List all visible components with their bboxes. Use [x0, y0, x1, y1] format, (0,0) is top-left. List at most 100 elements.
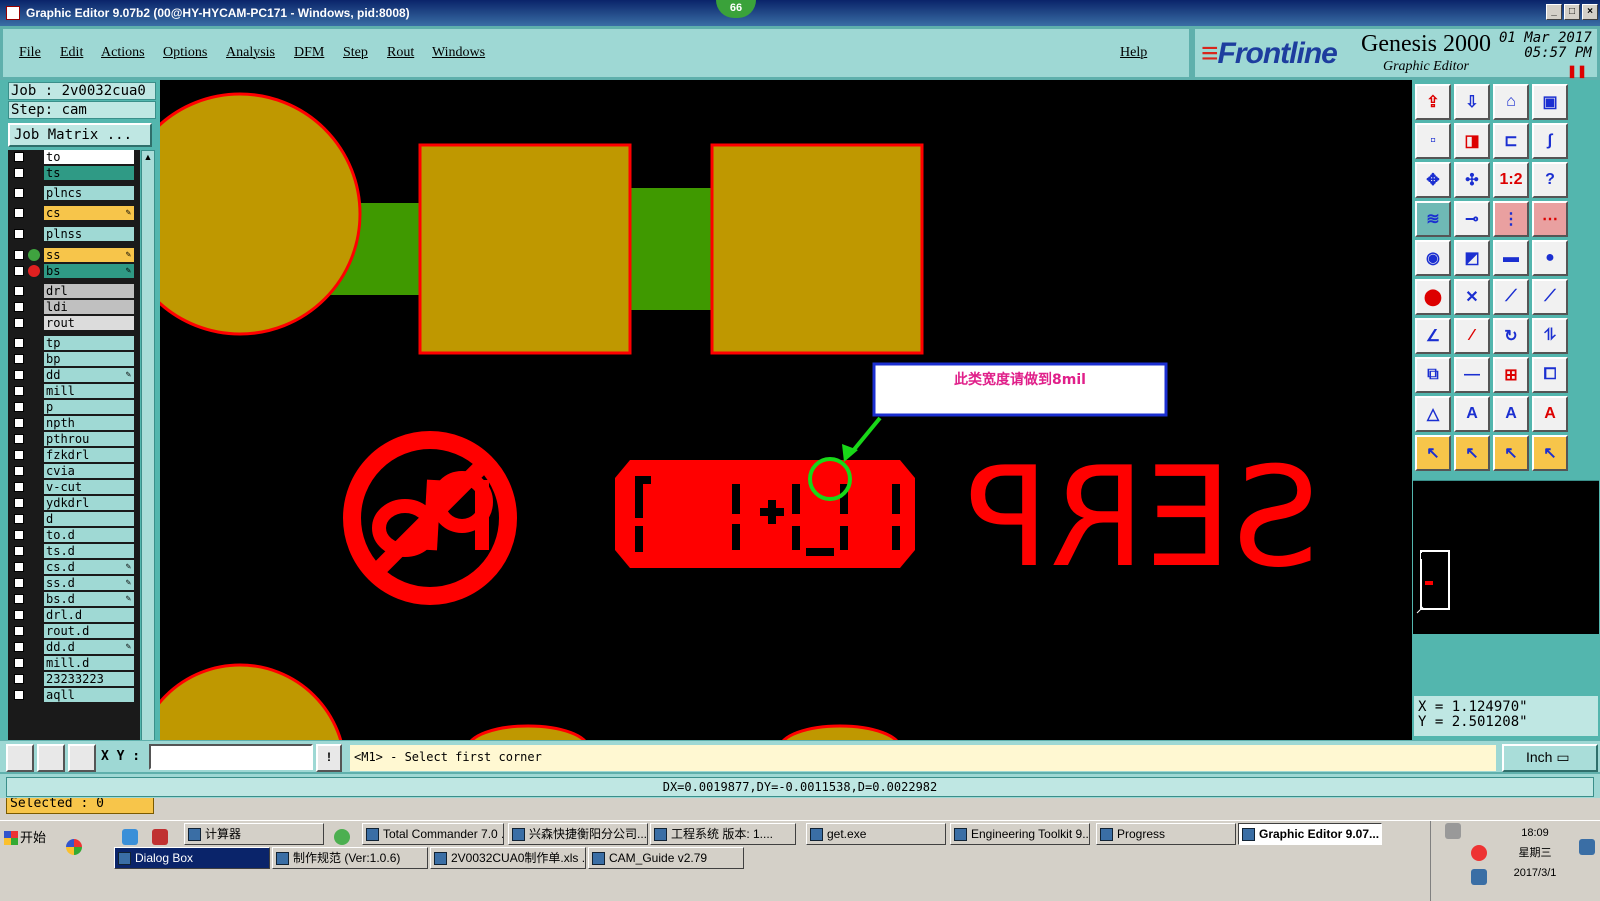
vertex-icon[interactable]: ↖ [1532, 435, 1568, 471]
menu-file[interactable]: File [19, 45, 41, 61]
layer-checkbox[interactable] [14, 188, 24, 198]
layer-checkbox[interactable] [14, 594, 24, 604]
layer-checkbox[interactable] [14, 318, 24, 328]
layer-name[interactable]: ydkdrl [44, 496, 134, 510]
taskbar-item[interactable]: Engineering Toolkit 9.... [950, 823, 1090, 845]
pad-icon[interactable]: ● [1532, 240, 1568, 276]
layer-checkbox[interactable] [14, 354, 24, 364]
layer-name[interactable]: tp [44, 336, 134, 350]
layer-checkbox[interactable] [14, 642, 24, 652]
taskbar-item[interactable]: Total Commander 7.0 ... [362, 823, 504, 845]
layer-checkbox[interactable] [14, 250, 24, 260]
layer-checkbox[interactable] [14, 466, 24, 476]
connect-icon[interactable]: ⬤ [1415, 279, 1451, 315]
layer-row-v-cut[interactable]: v-cut [10, 480, 136, 494]
layer-row-drl-d[interactable]: drl.d [10, 608, 136, 622]
layer-row-drl[interactable]: drl [10, 284, 136, 298]
arc-icon[interactable]: ∕ [1454, 318, 1490, 354]
layer-name[interactable]: p [44, 400, 134, 414]
snap-tool-icon[interactable] [6, 744, 34, 772]
resize-icon[interactable]: ⊞ [1493, 357, 1529, 393]
menu-step[interactable]: Step [343, 45, 368, 61]
fit-icon[interactable]: ⊏ [1493, 123, 1529, 159]
layer-row-23233223[interactable]: 23233223 [10, 672, 136, 686]
layer-name[interactable]: rout [44, 316, 134, 330]
show-desktop-icon[interactable] [1579, 839, 1595, 855]
window-icon[interactable]: ▣ [1532, 84, 1568, 120]
close-button[interactable]: × [1582, 4, 1598, 20]
overview-map[interactable] [1413, 480, 1599, 634]
layer-name[interactable]: v-cut [44, 480, 134, 494]
layer-row-npth[interactable]: npth [10, 416, 136, 430]
pause-icon[interactable]: ❚❚ [1567, 64, 1587, 78]
layer-name[interactable]: aqll [44, 688, 134, 702]
layer-row-bs[interactable]: bs ✎ [10, 264, 136, 278]
taskbar-item[interactable]: Graphic Editor 9.07... [1238, 823, 1382, 845]
layer-name[interactable]: d [44, 512, 134, 526]
layer-checkbox[interactable] [14, 482, 24, 492]
taskbar-item[interactable]: get.exe [806, 823, 946, 845]
line-icon[interactable]: ∠ [1415, 318, 1451, 354]
layer-row-bp[interactable]: bp [10, 352, 136, 366]
layer-name[interactable]: mill [44, 384, 134, 398]
text-c-icon[interactable]: A [1532, 396, 1568, 432]
tray-clock[interactable]: 18:09 星期三 2017/3/1 [1505, 823, 1565, 883]
minimize-button[interactable]: _ [1546, 4, 1562, 20]
save-icon[interactable]: ⇩ [1454, 84, 1490, 120]
layer-row-bs-d[interactable]: bs.d ✎ [10, 592, 136, 606]
taskbar-item[interactable]: 工程系统 版本: 1.... [650, 823, 796, 845]
select-area-icon[interactable]: ◩ [1454, 240, 1490, 276]
layer-checkbox[interactable] [14, 168, 24, 178]
maximize-button[interactable]: □ [1564, 4, 1580, 20]
layer-checkbox[interactable] [14, 450, 24, 460]
layer-checkbox[interactable] [14, 434, 24, 444]
layer-row-to-d[interactable]: to.d [10, 528, 136, 542]
xy-input[interactable] [149, 744, 313, 770]
layer-name[interactable]: ss ✎ [44, 248, 134, 262]
antivirus-icon[interactable] [1471, 845, 1487, 861]
layer-checkbox[interactable] [14, 418, 24, 428]
layer-name[interactable]: cs ✎ [44, 206, 134, 220]
layer-name[interactable]: to [44, 150, 134, 164]
taskbar-item[interactable]: 制作规范 (Ver:1.0.6) [272, 847, 428, 869]
layer-checkbox[interactable] [14, 530, 24, 540]
copy-icon[interactable]: ⧉ [1415, 357, 1451, 393]
layer-name[interactable]: ss.d ✎ [44, 576, 134, 590]
layer-checkbox[interactable] [14, 562, 24, 572]
colorful-app-icon[interactable] [66, 839, 82, 855]
triangle-icon[interactable]: △ [1415, 396, 1451, 432]
layer-name[interactable]: plncs [44, 186, 134, 200]
layer-row-mill-d[interactable]: mill.d [10, 656, 136, 670]
layer-row-cs-d[interactable]: cs.d ✎ [10, 560, 136, 574]
layer-row-dd[interactable]: dd ✎ [10, 368, 136, 382]
layer-checkbox[interactable] [14, 266, 24, 276]
layer-row-d[interactable]: d [10, 512, 136, 526]
layer-name[interactable]: ts.d [44, 544, 134, 558]
quicklaunch-icon[interactable] [122, 829, 138, 845]
layer-checkbox[interactable] [14, 626, 24, 636]
layer-row-dd-d[interactable]: dd.d ✎ [10, 640, 136, 654]
layer-checkbox[interactable] [14, 578, 24, 588]
taskbar-item[interactable]: 兴森快捷衡阳分公司... [508, 823, 648, 845]
menu-edit[interactable]: Edit [60, 45, 83, 61]
layer-name[interactable]: ts [44, 166, 134, 180]
start-button[interactable]: 开始 [2, 827, 62, 849]
redraw-icon[interactable]: ∫ [1532, 123, 1568, 159]
layer-row-to[interactable]: to [10, 150, 136, 164]
measure-tool-icon[interactable] [37, 744, 65, 772]
browser-icon[interactable] [334, 829, 350, 845]
layer-row-ydkdrl[interactable]: ydkdrl [10, 496, 136, 510]
center-icon[interactable]: ✣ [1454, 162, 1490, 198]
layer-name[interactable]: cs.d ✎ [44, 560, 134, 574]
layer-checkbox[interactable] [14, 674, 24, 684]
layer-name[interactable]: cvia [44, 464, 134, 478]
layer-checkbox[interactable] [14, 658, 24, 668]
node-icon[interactable]: ⟋ [1532, 279, 1568, 315]
layer-row-ss-d[interactable]: ss.d ✎ [10, 576, 136, 590]
layer-row-plnss[interactable]: plnss [10, 227, 136, 241]
layer-checkbox[interactable] [14, 338, 24, 348]
layer-row-aqll[interactable]: aqll [10, 688, 136, 702]
layer-name[interactable]: pthrou [44, 432, 134, 446]
unit-selector[interactable]: Inch ▭ [1502, 744, 1598, 772]
open-icon[interactable]: ⇪ [1415, 84, 1451, 120]
